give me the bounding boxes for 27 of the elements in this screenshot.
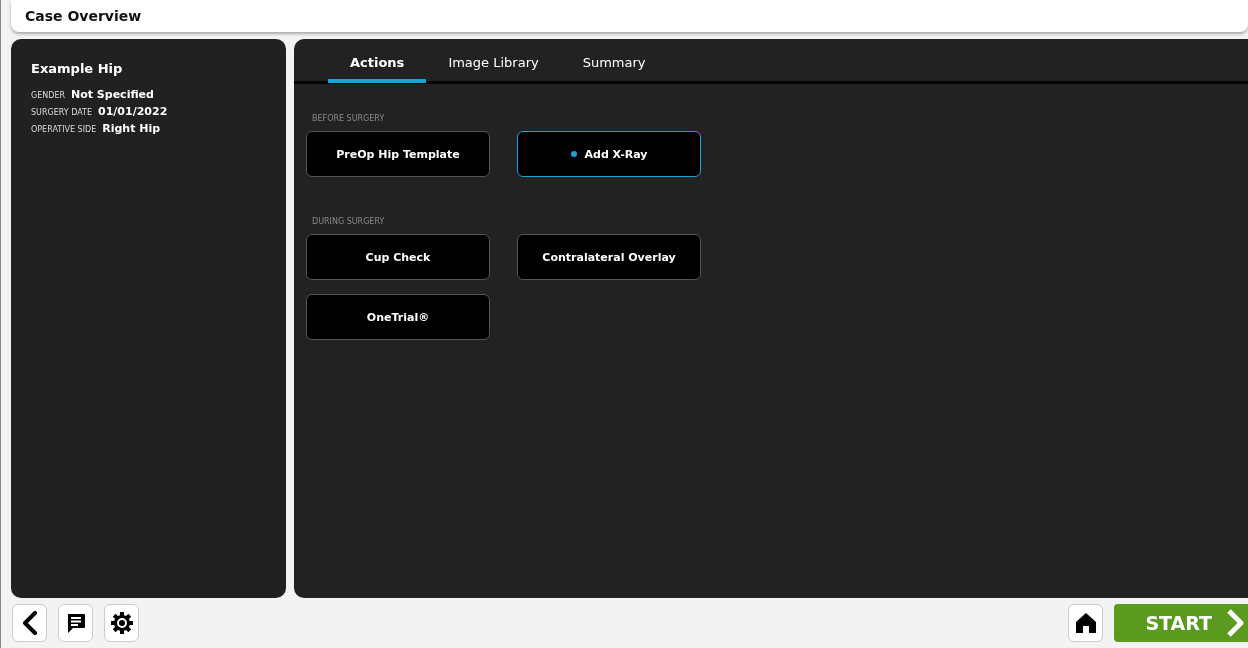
dot-icon	[570, 151, 577, 157]
tab[interactable]: Summary	[560, 39, 668, 83]
action-button[interactable]: PreOp Hip Template	[306, 131, 490, 177]
notes-button[interactable]	[58, 604, 93, 642]
field-value: 01/01/2022	[98, 105, 168, 118]
field-label: OPERATIVE SIDE	[31, 125, 97, 134]
field-value: Not Specified	[71, 88, 154, 101]
section-heading: DURING SURGERY	[311, 217, 386, 226]
home-icon	[1073, 611, 1098, 635]
chevron-right-icon	[1226, 608, 1244, 638]
field-label: GENDER	[31, 91, 65, 100]
action-button[interactable]: OneTrial®	[306, 294, 490, 340]
action-button[interactable]: Add X-Ray	[517, 131, 701, 177]
chevron-left-icon	[21, 611, 38, 635]
back-button[interactable]	[12, 604, 47, 642]
field-label: SURGERY DATE	[31, 108, 93, 117]
action-button[interactable]: Cup Check	[306, 234, 490, 280]
settings-button[interactable]	[104, 604, 139, 642]
settings-icon	[109, 611, 134, 635]
tab[interactable]: Image Library	[426, 39, 561, 83]
section-heading: BEFORE SURGERY	[311, 114, 386, 123]
tab[interactable]: Actions	[328, 39, 427, 83]
window-title: Case Overview	[25, 8, 142, 24]
field-value: Right Hip	[102, 122, 161, 135]
home-button[interactable]	[1068, 604, 1103, 642]
action-button[interactable]: Contralateral Overlay	[517, 234, 701, 280]
patient-name: Example Hip	[31, 61, 124, 76]
